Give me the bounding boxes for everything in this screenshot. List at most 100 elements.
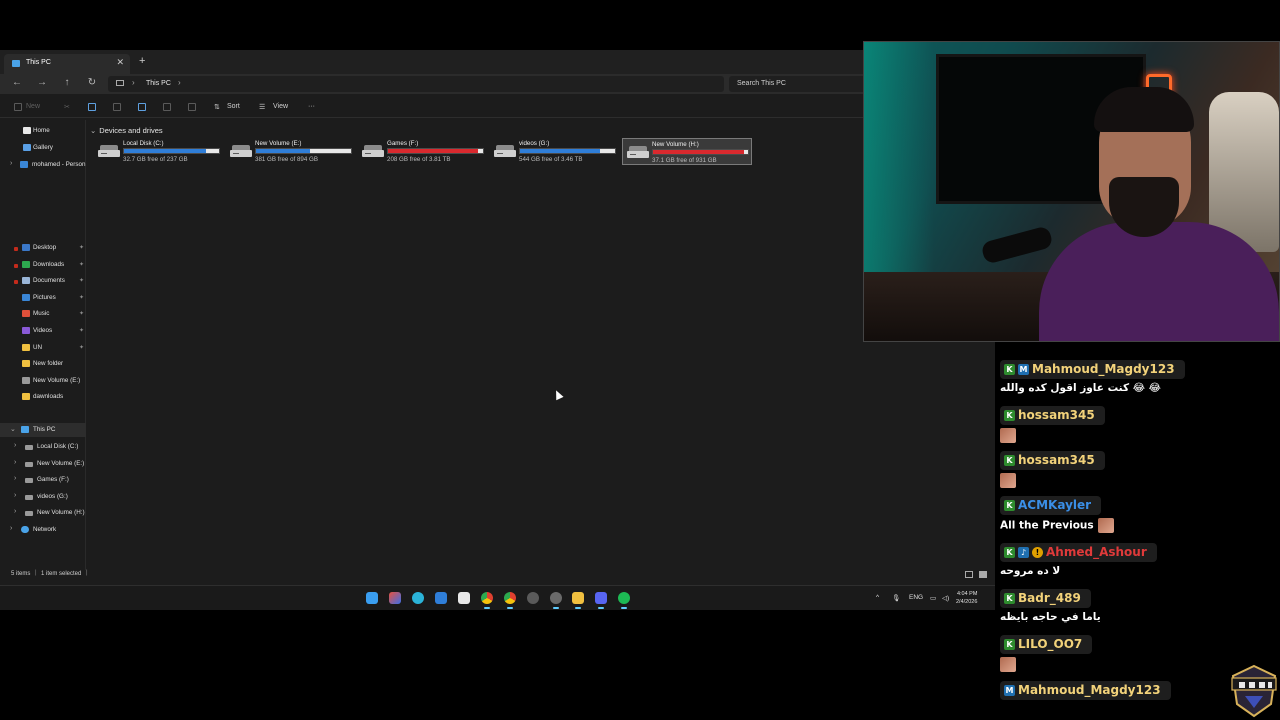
cut-icon[interactable]: ✂ (64, 103, 70, 111)
chevron-right-icon[interactable]: › (10, 160, 12, 167)
chevron-right-icon[interactable]: › (132, 78, 135, 87)
nav-drive-item[interactable]: › Local Disk (C:) (0, 440, 86, 454)
chevron-right-icon[interactable]: › (14, 475, 16, 482)
nav-quick-item[interactable]: UN ✦ (0, 341, 86, 355)
tiles-view-button[interactable] (979, 571, 987, 578)
window-app-icon[interactable] (458, 592, 470, 604)
nav-quick-item[interactable]: Videos ✦ (0, 324, 86, 338)
drive-tile[interactable]: New Volume (E:) 381 GB free of 894 GB (226, 138, 356, 165)
file-explorer-icon[interactable] (572, 592, 584, 609)
more-options-button[interactable]: ··· (308, 103, 315, 110)
chat-username-pill[interactable]: K ♪! Ahmed_Ashour (1000, 543, 1157, 562)
nav-gallery[interactable]: Gallery (0, 141, 86, 155)
copilot-icon[interactable] (389, 592, 401, 604)
nav-onedrive[interactable]: › mohamed - Person (0, 158, 86, 172)
breadcrumb-this-pc[interactable]: This PC (146, 80, 171, 87)
discord-icon[interactable] (595, 592, 607, 609)
nav-quick-item[interactable]: dawnloads (0, 390, 86, 404)
chrome-icon[interactable] (481, 592, 493, 609)
view-button[interactable]: View (273, 103, 288, 110)
edge-icon[interactable] (412, 592, 424, 604)
nav-home[interactable]: Home (0, 124, 86, 138)
section-devices-and-drives[interactable]: ⌄ Devices and drives (90, 126, 163, 135)
forward-arrow-icon[interactable]: → (35, 77, 49, 88)
windows-start-icon[interactable] (366, 592, 378, 604)
nav-label: Gallery (33, 144, 53, 151)
computer-icon (12, 60, 20, 67)
view-icon: ☰ (259, 104, 266, 111)
up-arrow-icon[interactable]: ↑ (60, 77, 74, 88)
drive-tile[interactable]: New Volume (H:) 37.1 GB free of 931 GB (622, 138, 752, 165)
chat-username-pill[interactable]: Khossam345 (1000, 406, 1105, 425)
drive-tile[interactable]: Local Disk (C:) 32.7 GB free of 237 GB (94, 138, 224, 165)
nav-label: New Volume (E:) (37, 459, 85, 467)
nav-label: Games (F:) (37, 476, 69, 484)
nav-quick-item[interactable]: Music ✦ (0, 307, 86, 321)
pin-icon[interactable]: ✦ (79, 344, 84, 351)
pin-icon[interactable]: ✦ (79, 294, 84, 301)
share-icon[interactable] (163, 103, 171, 111)
close-tab-button[interactable]: ✕ (116, 57, 124, 68)
new-tab-button[interactable]: + (139, 55, 145, 67)
paste-icon[interactable] (113, 103, 121, 111)
copy-icon[interactable] (88, 103, 96, 111)
chrome-profile-icon[interactable] (504, 592, 516, 609)
nav-quick-item[interactable]: Desktop ✦ (0, 241, 86, 255)
pin-icon[interactable]: ✦ (79, 261, 84, 268)
chevron-right-icon[interactable]: › (14, 442, 16, 449)
nav-drive-item[interactable]: › New Volume (E:) (0, 457, 86, 471)
chevron-right-icon[interactable]: › (14, 492, 16, 499)
nav-drive-item[interactable]: › New Volume (H:) (0, 506, 86, 520)
nav-quick-item[interactable]: Downloads ✦ (0, 258, 86, 272)
back-arrow-icon[interactable]: ← (10, 77, 24, 88)
nav-quick-item[interactable]: Documents ✦ (0, 274, 86, 288)
spotify-icon[interactable] (618, 592, 630, 609)
sort-button[interactable]: Sort (227, 103, 240, 110)
drive-usage-fill (388, 149, 479, 153)
network-icon[interactable]: ▭ (930, 594, 936, 602)
pin-icon[interactable]: ✦ (79, 277, 84, 284)
nav-network[interactable]: › Network (0, 523, 86, 537)
chevron-down-icon[interactable]: ⌄ (10, 425, 16, 433)
chat-username-pill[interactable]: Khossam345 (1000, 451, 1105, 470)
chat-username-pill[interactable]: K LILO_OO7 (1000, 635, 1093, 654)
nav-this-pc[interactable]: ⌄ This PC (0, 423, 86, 437)
rename-icon[interactable] (138, 103, 146, 111)
details-view-button[interactable] (965, 571, 973, 578)
app-icon[interactable] (527, 592, 539, 604)
language-indicator[interactable]: ENG (909, 594, 923, 601)
address-field[interactable]: › This PC › (108, 76, 724, 92)
chevron-right-icon[interactable]: › (178, 78, 181, 87)
chevron-right-icon[interactable]: › (14, 508, 16, 515)
pin-icon[interactable]: ✦ (79, 244, 84, 251)
drive-icon (25, 461, 33, 467)
pin-icon[interactable]: ✦ (79, 310, 84, 317)
refresh-icon[interactable]: ↻ (85, 77, 99, 88)
clock[interactable]: 4:04 PM 2/4/2026 (956, 590, 977, 606)
nav-drive-item[interactable]: › Games (F:) (0, 473, 86, 487)
nav-quick-item[interactable]: New folder (0, 357, 86, 371)
chevron-right-icon[interactable]: › (14, 459, 16, 466)
tab-this-pc[interactable]: This PC ✕ (4, 54, 130, 74)
chat-username-pill[interactable]: K Badr_489 (1000, 589, 1091, 608)
nav-quick-item[interactable]: Pictures ✦ (0, 291, 86, 305)
chat-username-pill[interactable]: K M Mahmoud_Magdy123 (1000, 360, 1185, 379)
nav-drive-item[interactable]: › videos (G:) (0, 490, 86, 504)
delete-icon[interactable] (188, 103, 196, 111)
nav-quick-item[interactable]: New Volume (E:) (0, 374, 86, 388)
app-icon[interactable] (550, 592, 562, 609)
drive-tile[interactable]: Games (F:) 208 GB free of 3.81 TB (358, 138, 488, 165)
tray-chevron-icon[interactable]: ^ (876, 594, 879, 601)
chat-username-pill[interactable]: M Mahmoud_Magdy123 (1000, 681, 1171, 700)
chat-username-pill[interactable]: K ACMKayler (1000, 496, 1102, 515)
drive-tile[interactable]: videos (G:) 544 GB free of 3.46 TB (490, 138, 620, 165)
drive-name: videos (G:) (519, 140, 550, 147)
microphone-icon[interactable]: 🎙 (892, 594, 900, 602)
chevron-right-icon[interactable]: › (10, 525, 12, 532)
volume-icon[interactable]: ◁) (942, 594, 949, 602)
pin-icon[interactable]: ✦ (79, 327, 84, 334)
chat-username: Ahmed_Ashour (1046, 545, 1147, 559)
new-button[interactable]: New (26, 103, 40, 110)
folder-icon (22, 293, 30, 301)
store-icon[interactable] (435, 592, 447, 604)
